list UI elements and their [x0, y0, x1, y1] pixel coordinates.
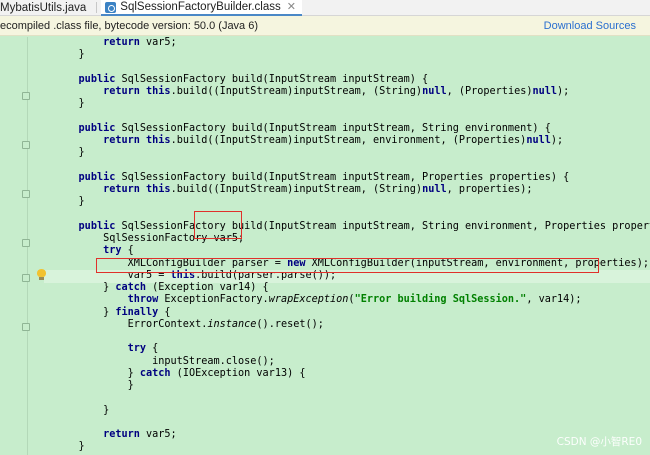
fold-marker[interactable]: [22, 323, 30, 331]
code-line: try {: [103, 245, 134, 257]
code-line: }: [54, 98, 85, 110]
annotation-box-build: [194, 211, 242, 239]
code-line: return this.build((InputStream)inputStre…: [103, 135, 564, 146]
close-icon[interactable]: ✕: [287, 1, 296, 13]
code-line: try {: [127, 343, 159, 355]
banner-text: ecompiled .class file, bytecode version:…: [0, 20, 259, 32]
fold-marker[interactable]: [22, 141, 30, 149]
code-line: } catch (Exception var14) {: [54, 282, 269, 293]
fold-marker[interactable]: [22, 92, 30, 100]
code-line: public SqlSessionFactory build(InputStre…: [78, 171, 570, 183]
download-sources-link[interactable]: Download Sources: [544, 20, 636, 32]
code-line: } catch (IOException var13) {: [54, 367, 306, 379]
code-line: return var5;: [103, 37, 177, 48]
fold-marker[interactable]: [22, 274, 30, 282]
fold-marker[interactable]: [22, 190, 30, 198]
code-line: public SqlSessionFactory build(InputStre…: [78, 122, 551, 134]
code-line: return this.build((InputStream)inputStre…: [103, 184, 533, 195]
code-line: }: [54, 147, 85, 159]
code-line: inputStream.close();: [54, 355, 275, 367]
code-line: return this.build((InputStream)inputStre…: [103, 86, 570, 97]
tab-label: MybatisUtils.java: [0, 2, 87, 14]
decompiled-info-banner: ecompiled .class file, bytecode version:…: [0, 16, 650, 36]
tab-sqlsessionfactorybuilder[interactable]: SqlSessionFactoryBuilder.class ✕: [101, 0, 302, 16]
code-line: }: [54, 380, 134, 391]
code-line: return var5;: [103, 429, 177, 440]
class-file-icon: [105, 1, 117, 13]
annotation-box-xmlconfigbuilder: [96, 258, 599, 273]
code-line: public SqlSessionFactory build(InputStre…: [78, 73, 429, 85]
code-line: } finally {: [54, 306, 171, 318]
code-line: ErrorContext.instance().reset();: [54, 318, 324, 330]
lightbulb-icon[interactable]: [37, 269, 46, 281]
code-line: }: [54, 404, 110, 416]
code-line: public SqlSessionFactory build(InputStre…: [78, 220, 650, 232]
code-line: }: [54, 441, 85, 453]
editor-tab-bar: MybatisUtils.java SqlSessionFactoryBuild…: [0, 0, 650, 16]
code-line: }: [54, 49, 85, 61]
tab-label: SqlSessionFactoryBuilder.class: [120, 1, 281, 13]
editor-gutter: [0, 37, 44, 455]
watermark: CSDN @小智RE0: [556, 436, 642, 448]
fold-marker[interactable]: [22, 239, 30, 247]
tab-separator: [96, 2, 98, 13]
tab-mybatisutils[interactable]: MybatisUtils.java: [0, 0, 92, 16]
code-editor[interactable]: return var5; } public SqlSessionFactory …: [0, 37, 650, 455]
code-line: throw ExceptionFactory.wrapException("Er…: [127, 294, 582, 306]
code-line: }: [54, 196, 85, 208]
